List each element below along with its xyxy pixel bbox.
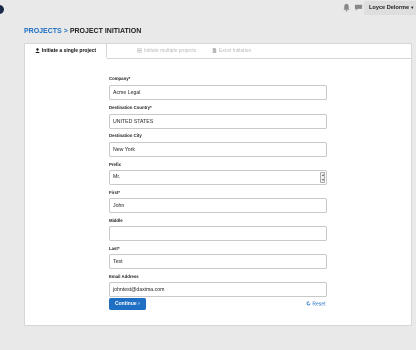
tab-bar: Initiate a single project Initiate multi… (25, 44, 411, 59)
select-arrows-icon (320, 172, 325, 183)
chat-icon[interactable] (354, 3, 363, 12)
page-title: PROJECTS > PROJECT INITIATION (24, 28, 141, 35)
reset-label: Reset (312, 301, 326, 308)
first-name-field[interactable] (109, 198, 327, 213)
company-label: Company* (109, 76, 131, 81)
prefix-selected-value: Mr. (113, 174, 121, 180)
user-icon (35, 47, 40, 53)
email-label: Email Address (109, 274, 139, 279)
reset-button[interactable]: Reset (306, 301, 325, 308)
tab-single-project[interactable]: Initiate a single project (25, 44, 107, 59)
last-name-field[interactable] (109, 254, 327, 269)
tab-multiple-projects[interactable]: Initiate multiple projects (137, 44, 196, 59)
chevron-right-icon: › (138, 301, 140, 307)
company-field[interactable] (109, 85, 327, 100)
top-bar: Loyce Delorme ▾ (0, 0, 416, 17)
middle-name-label: Middle (109, 218, 123, 223)
bell-icon[interactable] (342, 3, 351, 12)
middle-name-field[interactable] (109, 226, 327, 241)
prefix-select[interactable]: Mr. (109, 170, 327, 185)
email-field[interactable] (109, 282, 327, 297)
first-name-label: First* (109, 190, 120, 195)
list-icon (137, 48, 142, 52)
user-menu-button[interactable]: Loyce Delorme ▾ (364, 1, 416, 15)
tab-label: Excel Initiation (219, 48, 252, 54)
continue-label: Continue (115, 301, 137, 307)
file-icon (212, 47, 217, 53)
destination-country-label: Destination Country* (109, 105, 152, 110)
destination-city-label: Destination City (109, 133, 142, 138)
chevron-down-icon: ▾ (411, 5, 414, 10)
prefix-label: Prefix (109, 162, 121, 167)
continue-button[interactable]: Continue › (109, 298, 146, 310)
refresh-icon (306, 301, 311, 306)
destination-country-field[interactable] (109, 114, 327, 129)
tab-label: Initiate multiple projects (144, 48, 197, 54)
tab-excel-initiation[interactable]: Excel Initiation (212, 44, 251, 59)
breadcrumb-projects-link[interactable]: PROJECTS (24, 28, 62, 35)
user-name: Loyce Delorme (369, 5, 410, 11)
breadcrumb-separator: > (63, 28, 68, 35)
last-name-label: Last* (109, 246, 120, 251)
tab-label: Initiate a single project (41, 48, 97, 54)
initiation-panel: Initiate a single project Initiate multi… (24, 43, 412, 326)
breadcrumb-current: PROJECT INITIATION (69, 28, 142, 35)
destination-city-field[interactable] (109, 142, 327, 157)
